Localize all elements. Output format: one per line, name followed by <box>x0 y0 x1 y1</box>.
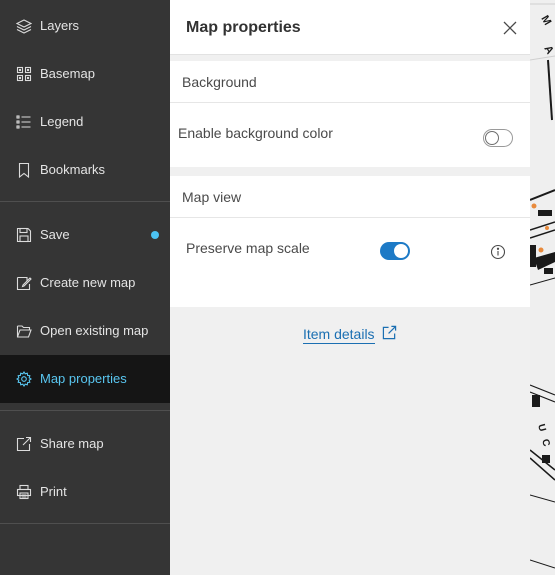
nav-item-label: Layers <box>40 18 80 33</box>
nav-item-bookmarks[interactable]: Bookmarks <box>0 146 170 194</box>
close-icon <box>503 21 517 35</box>
map-properties-panel: Map properties Background Enable backgro… <box>170 0 530 575</box>
nav-item-label: Map properties <box>40 371 127 386</box>
open-folder-icon <box>16 323 32 339</box>
nav-divider <box>0 410 170 411</box>
nav-item-open-existing-map[interactable]: Open existing map <box>0 307 170 355</box>
gear-icon <box>16 371 32 387</box>
nav-item-create-new-map[interactable]: Create new map <box>0 259 170 307</box>
nav-item-save[interactable]: Save <box>0 211 170 259</box>
share-icon <box>16 436 32 452</box>
side-navigation: Layers Basemap Legend Bookmarks Save Cre… <box>0 0 170 575</box>
basemap-grid-icon <box>16 66 32 82</box>
nav-item-map-properties[interactable]: Map properties <box>0 355 170 403</box>
create-map-icon <box>16 275 32 291</box>
panel-header: Map properties <box>170 0 530 55</box>
unsaved-changes-indicator <box>151 231 159 239</box>
nav-item-layers[interactable]: Layers <box>0 2 170 50</box>
info-icon[interactable] <box>490 244 506 260</box>
nav-item-label: Basemap <box>40 66 95 81</box>
printer-icon <box>16 484 32 500</box>
item-details-link[interactable]: Item details <box>170 325 530 344</box>
item-details-link-text: Item details <box>302 326 375 344</box>
section-heading: Map view <box>182 189 242 205</box>
map-view-section: Map view Preserve map scale <box>170 176 530 307</box>
preserve-map-scale-toggle[interactable] <box>380 242 410 260</box>
nav-item-label: Open existing map <box>40 323 149 338</box>
nav-item-print[interactable]: Print <box>0 468 170 516</box>
section-heading: Background <box>182 74 257 90</box>
toggle-knob <box>485 131 499 145</box>
preserve-map-scale-label: Preserve map scale <box>186 240 310 256</box>
external-link-icon <box>382 325 397 340</box>
nav-item-label: Share map <box>40 436 104 451</box>
nav-item-label: Create new map <box>40 275 136 290</box>
nav-item-label: Legend <box>40 114 84 129</box>
nav-item-label: Bookmarks <box>40 162 106 177</box>
bookmark-icon <box>16 162 32 178</box>
nav-item-share-map[interactable]: Share map <box>0 420 170 468</box>
layers-icon <box>16 18 32 34</box>
enable-background-color-toggle[interactable] <box>483 129 513 147</box>
legend-list-icon <box>16 114 32 130</box>
enable-background-color-label: Enable background color <box>178 125 333 141</box>
background-section: Background Enable background color <box>170 61 530 167</box>
nav-item-basemap[interactable]: Basemap <box>0 50 170 98</box>
nav-divider <box>0 523 170 524</box>
nav-item-label: Print <box>40 484 67 499</box>
close-button[interactable] <box>500 18 520 38</box>
map-view-section-header[interactable]: Map view <box>170 176 530 218</box>
nav-item-label: Save <box>40 227 70 242</box>
toggle-knob <box>394 244 408 258</box>
map-canvas[interactable]: M A U C <box>530 0 555 575</box>
save-floppy-icon <box>16 227 32 243</box>
nav-divider <box>0 201 170 202</box>
panel-title: Map properties <box>186 19 301 36</box>
background-section-header[interactable]: Background <box>170 61 530 103</box>
map-features: M A U C <box>530 0 555 575</box>
nav-item-legend[interactable]: Legend <box>0 98 170 146</box>
